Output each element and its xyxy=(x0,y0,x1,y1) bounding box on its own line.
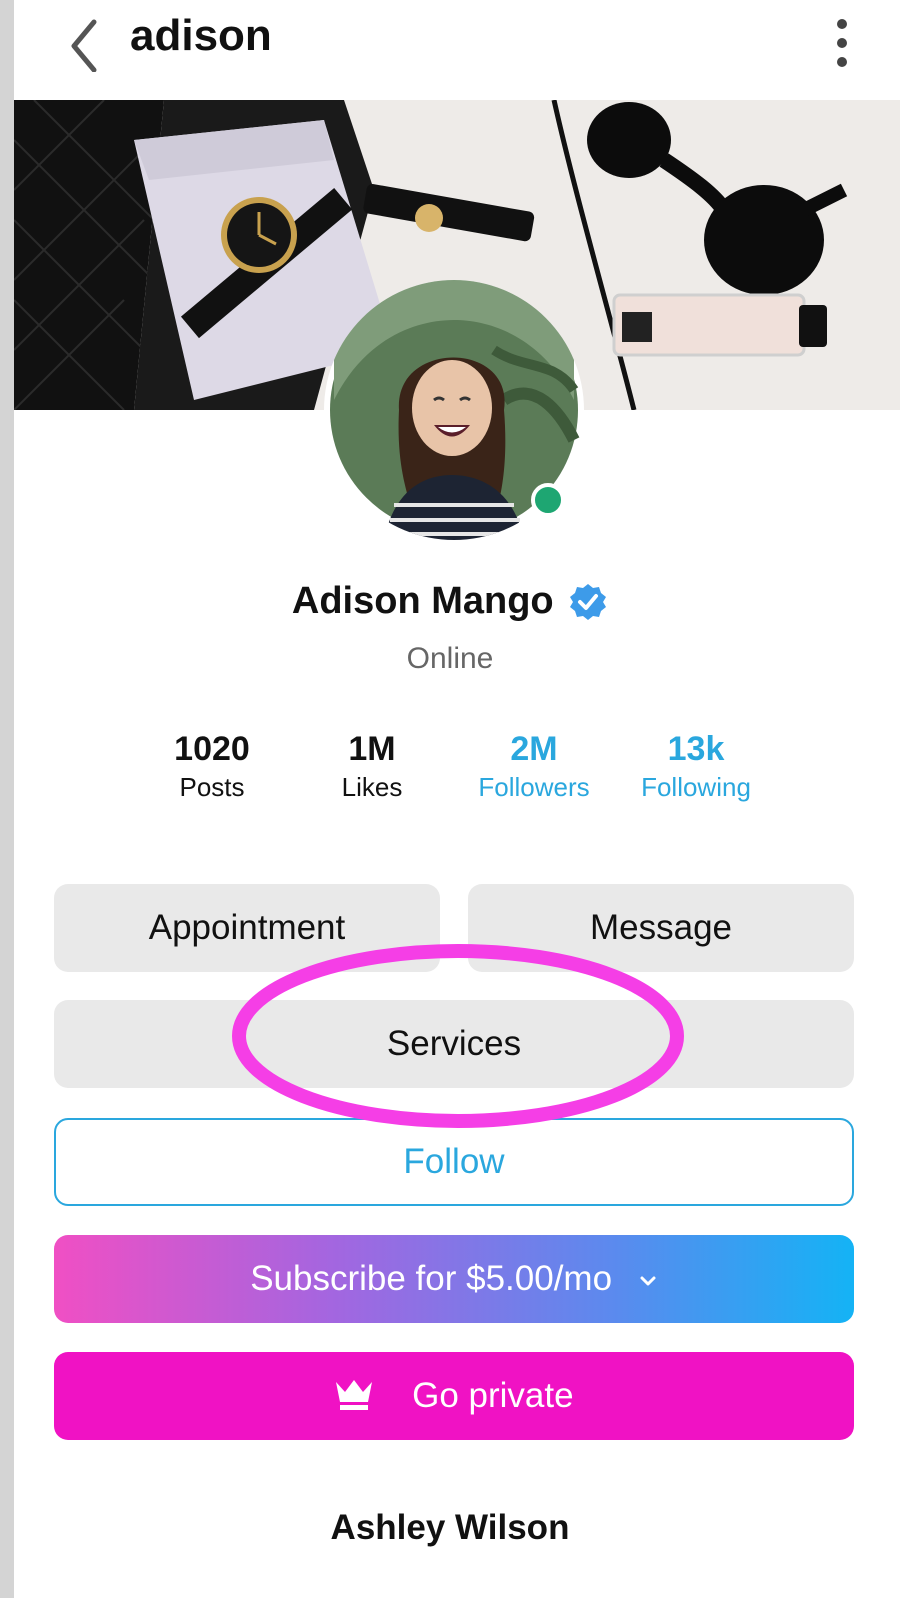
stat-followers[interactable]: 2M Followers xyxy=(454,728,614,804)
kebab-menu-icon xyxy=(837,19,847,67)
go-private-button[interactable]: Go private xyxy=(54,1352,854,1440)
stat-following[interactable]: 13k Following xyxy=(616,728,776,804)
crown-icon xyxy=(336,1379,373,1410)
stat-value: 1M xyxy=(348,730,396,768)
profile-avatar[interactable] xyxy=(324,280,584,540)
left-edge-bar xyxy=(0,0,14,1598)
chevron-left-icon xyxy=(71,19,97,73)
message-button[interactable]: Message xyxy=(468,884,854,972)
profile-name-row: Adison Mango xyxy=(0,580,900,623)
appointment-button[interactable]: Appointment xyxy=(54,884,440,972)
page-title: adison xyxy=(130,11,272,60)
stat-label: Posts xyxy=(179,772,245,802)
back-button[interactable] xyxy=(54,12,114,73)
verified-badge-icon xyxy=(570,583,607,620)
online-status: Online xyxy=(406,642,494,675)
follow-button[interactable]: Follow xyxy=(54,1118,854,1206)
profile-name: Adison Mango xyxy=(291,580,554,622)
services-button[interactable]: Services xyxy=(54,1000,854,1088)
stat-label: Followers xyxy=(478,772,590,802)
subscribe-label: Subscribe for $5.00/mo xyxy=(250,1259,613,1298)
subscribe-button[interactable]: Subscribe for $5.00/mo xyxy=(54,1235,854,1323)
stat-value: 1020 xyxy=(174,730,250,768)
stat-value: 13k xyxy=(667,730,725,768)
online-indicator xyxy=(531,483,565,517)
stat-value: 2M xyxy=(510,730,558,768)
stat-posts[interactable]: 1020 Posts xyxy=(132,728,292,804)
go-private-label: Go private xyxy=(412,1376,574,1415)
stat-label: Following xyxy=(641,772,751,802)
stat-label: Likes xyxy=(341,772,403,802)
top-bar: adison xyxy=(14,0,900,100)
more-options-button[interactable] xyxy=(822,10,862,70)
stat-likes[interactable]: 1M Likes xyxy=(292,728,452,804)
bio-name: Ashley Wilson xyxy=(330,1508,570,1547)
chevron-down-icon xyxy=(640,1276,656,1286)
